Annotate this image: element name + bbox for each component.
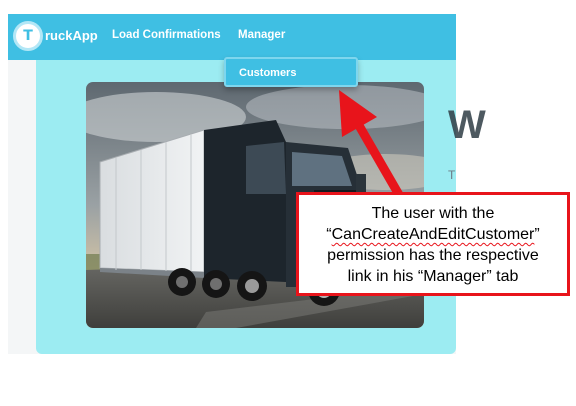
annotation-line-4: link in his “Manager” tab: [347, 268, 519, 285]
annotation-line-3: permission has the respective: [327, 247, 539, 264]
annotation-callout: The user with the “CanCreateAndEditCusto…: [296, 192, 570, 296]
annotation-line-1: The user with the: [371, 205, 495, 222]
permission-name: CanCreateAndEditCustomer: [331, 226, 535, 243]
annotation-line-2: “CanCreateAndEditCustomer”: [305, 224, 561, 245]
quote-close: ”: [534, 226, 540, 243]
